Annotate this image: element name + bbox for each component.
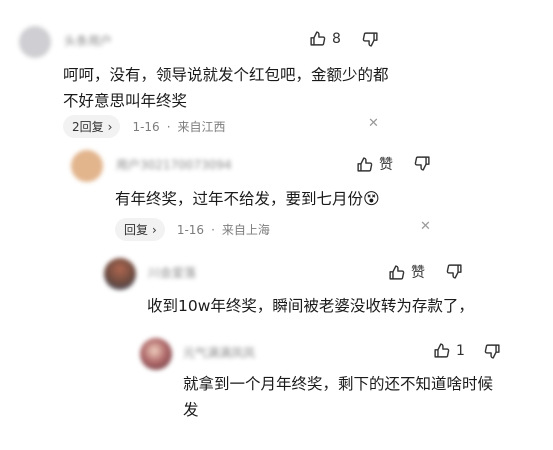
thumbs-down-icon — [414, 155, 431, 172]
reply-button[interactable]: 2回复 › — [63, 115, 121, 138]
thumbs-down-icon — [484, 343, 501, 360]
comment-line: 发 — [183, 401, 199, 419]
comment-date: 1-16 — [132, 119, 160, 134]
comment-meta: 2回复 › 1-16 · 来自江西 — [63, 115, 226, 138]
dislike-button[interactable] — [414, 155, 431, 172]
like-button[interactable]: 赞 — [356, 154, 393, 174]
reply-label: 回复 — [124, 223, 149, 237]
username[interactable]: 川会爱落 — [148, 264, 196, 281]
like-label: 赞 — [411, 265, 425, 281]
comment-text: 有年终奖，过年不给发，要到七月份😵 — [115, 186, 380, 212]
avatar[interactable] — [19, 26, 51, 58]
like-button[interactable]: 赞 — [388, 262, 425, 282]
username[interactable]: 元气满满凤凤 — [183, 344, 255, 361]
comment-date: 1-16 — [176, 222, 205, 237]
thumbs-down-icon — [446, 263, 463, 280]
username[interactable]: 头条用户 — [64, 32, 112, 49]
comment-line: 呵呵，没有，领导说就发个红包吧，金额少的都 — [63, 66, 389, 84]
separator: · — [211, 222, 215, 237]
avatar[interactable] — [104, 258, 136, 290]
comment-text: 就拿到一个月年终奖，剩下的还不知道啥时候 发 — [183, 371, 493, 423]
thumbs-up-icon — [309, 30, 326, 47]
like-label: 赞 — [379, 157, 393, 173]
close-icon[interactable]: ✕ — [420, 219, 431, 234]
chevron-right-icon: › — [107, 119, 113, 134]
like-count: 8 — [332, 30, 341, 47]
dislike-button[interactable] — [484, 343, 501, 360]
comment-meta: 回复 › 1-16 · 来自上海 — [115, 218, 270, 241]
close-icon[interactable]: ✕ — [368, 116, 379, 131]
comment-text: 呵呵，没有，领导说就发个红包吧，金额少的都 不好意思叫年终奖 — [63, 62, 389, 114]
comment-line: 有年终奖，过年不给发，要到七月份 — [115, 190, 364, 208]
thumbs-up-icon — [388, 264, 405, 281]
dislike-button[interactable] — [446, 263, 463, 280]
emoji: 😵 — [363, 189, 380, 208]
like-button[interactable]: 1 — [433, 342, 465, 359]
comment-line: 收到10w年终奖，瞬间被老婆没收转为存款了， — [147, 297, 474, 315]
comment-line: 就拿到一个月年终奖，剩下的还不知道啥时候 — [183, 375, 494, 393]
like-count: 1 — [456, 342, 465, 359]
thumbs-up-icon — [356, 156, 373, 173]
comment-text: 收到10w年终奖，瞬间被老婆没收转为存款了， — [147, 293, 474, 319]
avatar[interactable] — [140, 338, 172, 370]
reply-label: 2回复 — [72, 120, 104, 134]
thumbs-up-icon — [433, 342, 450, 359]
separator: · — [166, 119, 171, 134]
thumbs-down-icon — [362, 31, 379, 48]
avatar[interactable] — [71, 150, 103, 182]
comment-line: 不好意思叫年终奖 — [63, 92, 188, 110]
dislike-button[interactable] — [362, 31, 379, 48]
chevron-right-icon: › — [152, 222, 157, 237]
username[interactable]: 用户302170073094 — [116, 156, 232, 173]
reply-button[interactable]: 回复 › — [115, 218, 165, 241]
comment-location: 来自江西 — [177, 120, 226, 134]
like-button[interactable]: 8 — [309, 30, 341, 47]
comment-location: 来自上海 — [221, 223, 270, 237]
